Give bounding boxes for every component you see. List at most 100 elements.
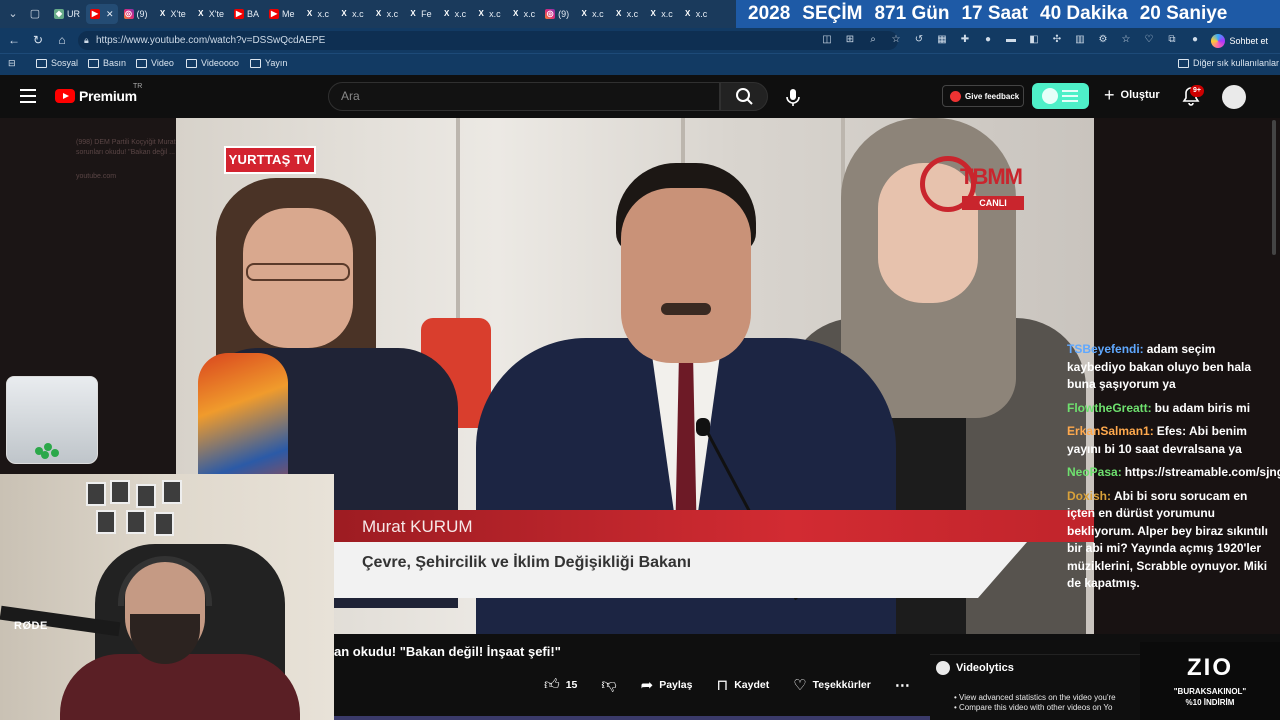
- create-label: Oluştur: [1120, 89, 1160, 101]
- give-feedback-button[interactable]: Give feedback: [942, 85, 1024, 107]
- search-button[interactable]: [720, 82, 768, 111]
- extension-icon[interactable]: ▦: [935, 33, 949, 47]
- menu-icon[interactable]: [20, 89, 36, 103]
- videolytics-item[interactable]: View advanced statistics on the video yo…: [954, 693, 1140, 703]
- browser-tab[interactable]: ◎ (9): [541, 4, 573, 24]
- thanks-button[interactable]: ♡ Teşekkürler: [793, 676, 871, 694]
- notification-count-badge: 9+: [1190, 85, 1204, 97]
- extension-toggle-button[interactable]: [1032, 83, 1089, 109]
- home-icon[interactable]: ⌂: [54, 32, 70, 48]
- account-avatar[interactable]: [1222, 85, 1246, 109]
- logo-text: Premium: [79, 88, 137, 104]
- instagram-tab-icon: ◎: [545, 9, 556, 19]
- browser-tab[interactable]: Xx.c: [644, 4, 677, 24]
- election-countdown: 2028 SEÇİM 871 Gün 17 Saat 40 Dakika 20 …: [736, 0, 1280, 28]
- share-label: Paylaş: [659, 679, 693, 691]
- folder-icon: [186, 58, 197, 68]
- microphone-icon[interactable]: [782, 86, 804, 108]
- create-button[interactable]: + Oluştur: [1104, 86, 1160, 104]
- apps-icon[interactable]: ⊞: [843, 33, 857, 47]
- bookmarks-bar: ⊟ Sosyal Basın Video Videoooo Yayın Diğe…: [0, 53, 1280, 75]
- save-button[interactable]: ⊓ Kaydet: [716, 676, 769, 694]
- dislike-button[interactable]: 👎︎: [601, 676, 616, 694]
- browser-tab[interactable]: ◎ (9): [120, 4, 152, 24]
- videolytics-item[interactable]: Compare this video with other videos on …: [954, 703, 1140, 713]
- browser-tab[interactable]: Xx.c: [438, 4, 471, 24]
- extension-icon[interactable]: ◧: [1027, 33, 1041, 47]
- split-screen-icon[interactable]: ▥: [1073, 33, 1087, 47]
- extensions-puzzle-icon[interactable]: ✣: [1050, 33, 1064, 47]
- extension-icon[interactable]: ●: [981, 33, 995, 47]
- videolytics-name: Videolytics: [956, 662, 1014, 674]
- youtube-play-icon: [55, 89, 75, 103]
- browser-tab[interactable]: Xx.c: [472, 4, 505, 24]
- share-button[interactable]: ➦ Paylaş: [641, 676, 693, 694]
- refresh-ext-icon[interactable]: ↺: [912, 33, 926, 47]
- youtube-logo[interactable]: Premium TR: [55, 83, 142, 104]
- browser-tab[interactable]: Xx.c: [370, 4, 403, 24]
- profile-icon[interactable]: ●: [1188, 33, 1202, 47]
- extension-icon[interactable]: ▬: [1004, 33, 1018, 47]
- browser-tab[interactable]: X Fe: [404, 4, 436, 24]
- favorite-star-icon[interactable]: ☆: [889, 33, 903, 47]
- bookmark-folder[interactable]: Videoooo: [186, 58, 239, 68]
- reader-icon[interactable]: ◫: [820, 33, 834, 47]
- browser-tab[interactable]: Xx.c: [575, 4, 608, 24]
- favorites-icon[interactable]: ☆: [1119, 33, 1133, 47]
- tab-label: x.c: [592, 9, 604, 19]
- browser-tab[interactable]: Xx.c: [335, 4, 368, 24]
- search-input[interactable]: Ara: [328, 82, 720, 111]
- zoom-icon[interactable]: ⌕: [866, 33, 880, 47]
- discount-code: "BURAKSAKINOL": [1173, 687, 1247, 696]
- browser-tab[interactable]: Xx.c: [301, 4, 334, 24]
- collections-icon[interactable]: ⧉: [1165, 33, 1179, 47]
- heart-icon[interactable]: ♡: [1142, 33, 1156, 47]
- settings-icon[interactable]: ⚙: [1096, 33, 1110, 47]
- countdown-minutes: 40 Dakika: [1040, 3, 1128, 24]
- videolytics-icon: [936, 661, 950, 675]
- countdown-seconds: 20 Saniye: [1139, 3, 1228, 24]
- x-tab-icon: X: [616, 9, 622, 18]
- chat-text: bu adam biris mi: [1154, 400, 1251, 415]
- feedback-label: Give feedback: [965, 91, 1020, 101]
- like-button[interactable]: 👍︎ 15: [544, 676, 577, 694]
- video-title: an okudu! "Bakan değil! İnşaat şefi!": [334, 644, 561, 659]
- more-actions-icon[interactable]: ⋯: [895, 676, 911, 694]
- browser-tab[interactable]: Xx.c: [610, 4, 643, 24]
- folder-icon: [36, 58, 47, 68]
- discount-text: %10 İNDİRİM: [1185, 698, 1235, 707]
- videolytics-header[interactable]: Videolytics: [936, 661, 1014, 675]
- other-bookmarks[interactable]: Diğer sık kullanılanlar: [1178, 58, 1279, 68]
- bookmarks-icon[interactable]: ⊟: [8, 58, 16, 69]
- browser-tab[interactable]: X X'te: [192, 4, 228, 24]
- mic-brand: RØDE: [14, 620, 48, 632]
- url-input[interactable]: 🔒︎ https://www.youtube.com/watch?v=DSSwQ…: [78, 31, 898, 50]
- sponsor-ad: ZIO "BURAKSAKINOL" %10 İNDİRİM: [1140, 642, 1280, 720]
- chat-message: TSBeyefendi: adam seçim kaybediyo bakan o…: [1067, 341, 1273, 394]
- bookmark-folder[interactable]: Yayın: [250, 58, 287, 68]
- workspaces-icon[interactable]: ▢: [26, 4, 44, 22]
- browser-tab[interactable]: ▶ ✕: [86, 4, 118, 24]
- tab-label: x.c: [695, 9, 708, 19]
- bookmark-folder[interactable]: Video: [136, 58, 174, 68]
- copilot-chat-button[interactable]: Sohbet et: [1207, 31, 1274, 50]
- video-actions: 👍︎ 15 👎︎ ➦ Paylaş ⊓ Kaydet ♡ Teşekkürler…: [544, 674, 935, 696]
- close-tab-icon[interactable]: ✕: [106, 9, 114, 20]
- extension-icon[interactable]: ✚: [958, 33, 972, 47]
- tab-list-icon[interactable]: ⌄: [4, 4, 22, 22]
- lower-third: Çevre, Şehircilik ve İklim Değişikliği B…: [334, 510, 1094, 600]
- lock-icon[interactable]: 🔒︎: [84, 31, 89, 50]
- browser-tab[interactable]: ◆ UR: [50, 4, 84, 24]
- bookmark-folder[interactable]: Basın: [88, 58, 126, 68]
- browser-tab[interactable]: ▶ BA: [230, 4, 263, 24]
- browser-tab[interactable]: ▶ Me: [265, 4, 299, 24]
- bookmark-folder[interactable]: Sosyal: [36, 58, 78, 68]
- page-scrollbar[interactable]: [1272, 120, 1276, 255]
- refresh-icon[interactable]: ↻: [30, 32, 46, 48]
- browser-tab[interactable]: Xx.c: [679, 4, 712, 24]
- instagram-tab-icon: ◎: [123, 9, 134, 19]
- tab-label: Fe: [421, 9, 432, 19]
- browser-tab[interactable]: Xx.c: [507, 4, 540, 24]
- back-icon[interactable]: ←: [6, 32, 22, 48]
- browser-tab[interactable]: X X'te: [154, 4, 190, 24]
